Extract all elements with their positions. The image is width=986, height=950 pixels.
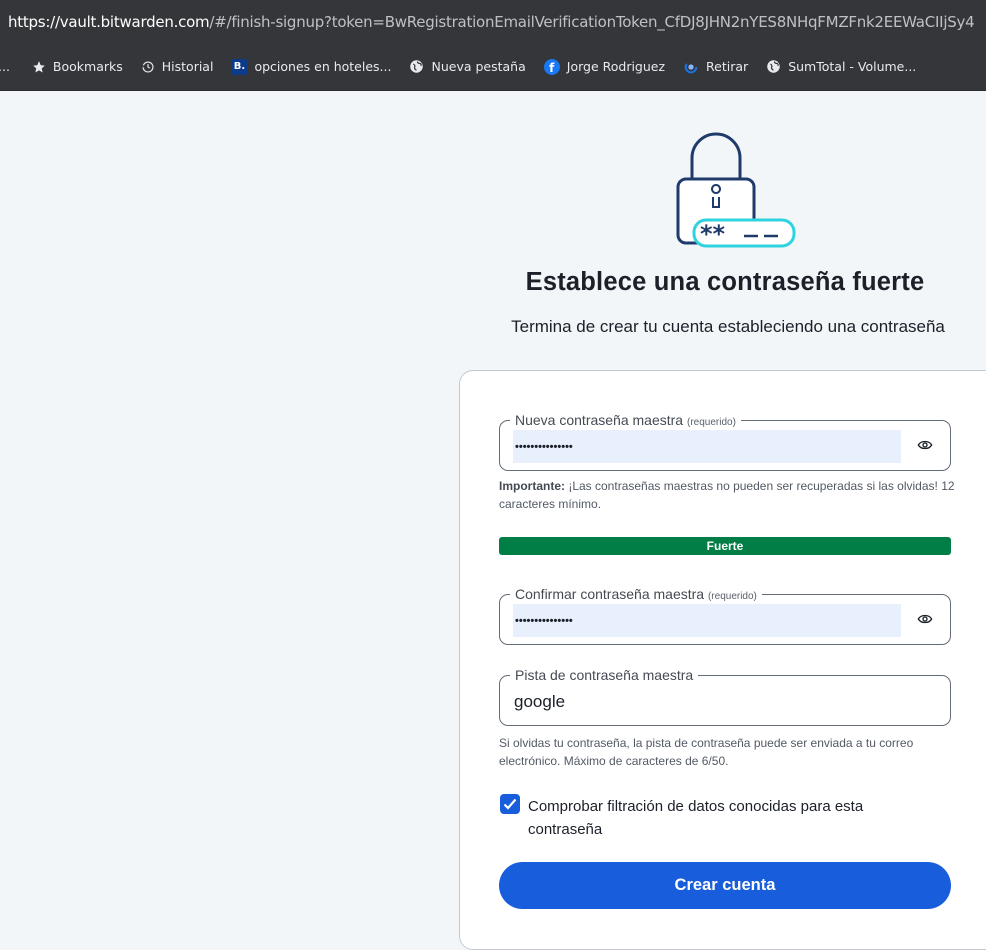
page-title: Establece una contraseña fuerte: [525, 268, 925, 296]
history-icon: [141, 60, 155, 74]
lock-password-icon: **: [672, 124, 798, 252]
hint-help-text: Si olvidas tu contraseña, la pista de co…: [499, 736, 914, 768]
bookmark-facebook[interactable]: f Jorge Rodriguez: [543, 58, 665, 75]
booking-icon: B.: [231, 58, 248, 75]
address-bar[interactable]: https://vault.bitwarden.com/#/finish-sig…: [0, 0, 986, 43]
bookmark-overflow[interactable]: ...: [0, 59, 10, 74]
globe-icon: [409, 59, 424, 74]
confirm-master-password-label: Confirmar contraseña maestra (requerido): [510, 585, 762, 606]
master-password-hint-field[interactable]: Pista de contraseña maestra google: [499, 666, 951, 726]
star-icon: [32, 60, 46, 74]
globe-icon: [766, 59, 781, 74]
confirm-master-password-field: Confirmar contraseña maestra (requerido)…: [499, 585, 951, 645]
bookmark-historial[interactable]: Historial: [141, 59, 213, 74]
bookmark-retirar[interactable]: Retirar: [683, 59, 748, 75]
bookmark-bookmarks[interactable]: Bookmarks: [32, 59, 123, 74]
page-subtitle: Termina de crear tu cuenta estableciendo…: [511, 317, 945, 336]
confirm-master-password-input[interactable]: •••••••••••••••: [513, 604, 901, 637]
bookmark-sumtotal[interactable]: SumTotal - Volume...: [766, 59, 916, 74]
important-note: Importante: ¡Las contraseñas maestras no…: [499, 479, 955, 511]
address-bar-url[interactable]: https://vault.bitwarden.com/#/finish-sig…: [0, 13, 975, 31]
create-account-button[interactable]: Crear cuenta: [499, 862, 951, 909]
password-strength-bar: Fuerte: [499, 537, 951, 555]
bookmarks-bar: ... Bookmarks Historial B. opciones en h…: [0, 43, 986, 91]
svg-text:**: **: [700, 220, 726, 248]
master-password-hint-label: Pista de contraseña maestra: [510, 666, 699, 684]
new-master-password-label: Nueva contraseña maestra (requerido): [510, 411, 741, 432]
new-master-password-field: Nueva contraseña maestra (requerido) •••…: [499, 411, 951, 471]
new-master-password-input[interactable]: •••••••••••••••: [513, 430, 901, 463]
checkmark-icon: [503, 798, 517, 810]
toggle-visibility-eye-icon[interactable]: [914, 610, 936, 628]
facebook-icon: f: [543, 58, 560, 75]
toggle-visibility-eye-icon[interactable]: [914, 436, 936, 454]
bookmark-booking[interactable]: B. opciones en hoteles...: [231, 58, 391, 75]
breach-check-checkbox[interactable]: [500, 794, 520, 814]
loading-icon: [683, 59, 699, 75]
bookmark-nueva-pestana[interactable]: Nueva pestaña: [409, 59, 526, 74]
breach-check-label[interactable]: Comprobar filtración de datos conocidas …: [528, 795, 928, 841]
master-password-hint-input[interactable]: google: [514, 692, 565, 712]
